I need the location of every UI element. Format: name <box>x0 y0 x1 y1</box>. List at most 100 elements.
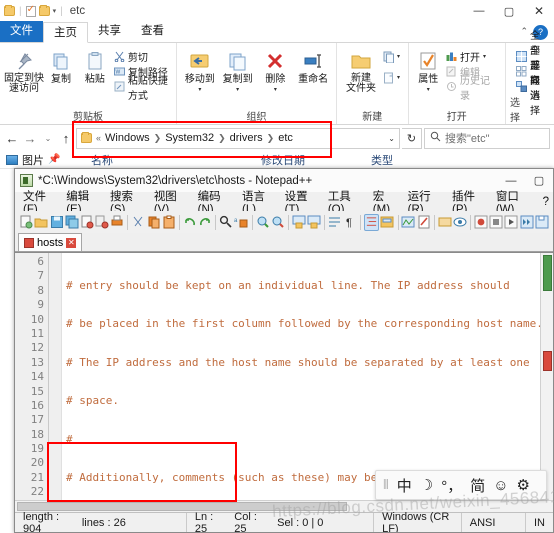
search-input[interactable]: 搜索"etc" <box>424 127 550 149</box>
new-file-icon[interactable] <box>19 214 33 231</box>
find-icon[interactable] <box>219 214 233 231</box>
breadcrumb-separator-3[interactable]: ❯ <box>267 133 275 144</box>
paste-button[interactable]: 粘贴 <box>78 46 112 85</box>
cut-button[interactable]: 剪切 <box>112 49 172 64</box>
ime-punctuation-icon[interactable]: °， <box>441 475 462 496</box>
macro-save-icon[interactable] <box>535 214 549 231</box>
breadcrumb-windows[interactable]: Windows <box>105 132 150 144</box>
nav-pane-item-pictures[interactable]: 图片 📌 <box>6 152 81 168</box>
ime-simplified-icon[interactable]: 简 <box>470 475 485 496</box>
pin-icon[interactable]: 📌 <box>48 154 60 165</box>
new-folder-button[interactable]: 新建 文件夹 <box>341 46 381 94</box>
breadcrumb-overflow[interactable]: « <box>96 133 101 143</box>
ime-moon-icon[interactable]: ☽ <box>420 476 433 494</box>
breadcrumb-etc[interactable]: etc <box>278 132 293 144</box>
zoom-out-icon[interactable] <box>271 214 285 231</box>
chevron-down-icon[interactable]: ▾ <box>53 7 57 15</box>
breadcrumb-separator-2[interactable]: ❯ <box>218 133 226 144</box>
maximize-button[interactable]: ▢ <box>494 0 524 22</box>
invert-selection-button[interactable]: 反向选择 <box>514 61 550 117</box>
properties-icon[interactable] <box>25 4 36 17</box>
close-button[interactable]: ✕ <box>524 0 554 22</box>
ime-emoji-icon[interactable]: ☺ <box>493 477 508 494</box>
breadcrumb-separator-1[interactable]: ❯ <box>154 133 162 144</box>
tab-home[interactable]: 主页 <box>43 22 88 43</box>
pin-to-quick-access-button[interactable]: 固定到快 速访问 <box>4 46 44 94</box>
open-button[interactable]: 打开 ▾ <box>444 49 501 64</box>
save-icon[interactable] <box>49 214 63 231</box>
drag-handle-icon[interactable]: ⦀ <box>383 477 389 493</box>
close-all-icon[interactable] <box>95 214 109 231</box>
folder-workspace-icon[interactable] <box>453 214 467 231</box>
move-to-button[interactable]: 移动到 ▾ <box>181 46 219 96</box>
show-all-chars-icon[interactable]: ¶ <box>343 214 357 231</box>
chevron-down-icon-3[interactable]: ▾ <box>274 85 277 96</box>
folder-icon[interactable] <box>4 5 15 16</box>
function-list-icon[interactable] <box>438 214 452 231</box>
column-header-type[interactable]: 类型 <box>371 152 393 168</box>
forward-button[interactable]: → <box>22 128 38 148</box>
replace-icon[interactable]: a <box>234 214 248 231</box>
scrollbar-thumb[interactable] <box>543 255 552 291</box>
breadcrumb-system32[interactable]: System32 <box>165 132 214 144</box>
print-icon[interactable] <box>110 214 124 231</box>
paste-icon[interactable] <box>162 214 176 231</box>
new-folder-icon[interactable] <box>38 5 50 16</box>
easy-access-button[interactable]: ▾ <box>381 70 402 85</box>
properties-button[interactable]: 属性 ▾ <box>413 46 444 96</box>
chevron-down-icon-6[interactable]: ▾ <box>427 85 430 96</box>
doc-map-icon[interactable] <box>401 214 415 231</box>
tab-view[interactable]: 查看 <box>131 21 174 42</box>
copy-icon[interactable] <box>147 214 161 231</box>
word-wrap-icon[interactable] <box>328 214 342 231</box>
close-file-icon[interactable] <box>80 214 94 231</box>
macro-stop-icon[interactable] <box>489 214 503 231</box>
up-button[interactable]: ↑ <box>58 128 74 148</box>
new-item-button[interactable]: ▾ <box>381 49 402 64</box>
column-header-date[interactable]: 修改日期 <box>261 152 371 168</box>
history-button[interactable]: 历史记录 <box>444 76 501 102</box>
sync-v-scroll-icon[interactable] <box>292 214 306 231</box>
editor-area[interactable]: 6 7 8 9 10 11 12 13 14 15 16 17 18 19 20… <box>15 252 553 500</box>
minimize-button[interactable]: — <box>464 0 494 22</box>
ime-language-bar[interactable]: ⦀ 中 ☽ °， 简 ☺ ⚙ <box>375 470 547 500</box>
rename-button[interactable]: 重命名 <box>294 46 332 85</box>
zoom-in-icon[interactable] <box>255 214 269 231</box>
chevron-down-icon-4[interactable]: ▾ <box>397 53 400 60</box>
paste-shortcut-button[interactable]: 粘贴快捷方式 <box>112 76 172 102</box>
chevron-down-icon-5[interactable]: ▾ <box>397 74 400 81</box>
cut-icon[interactable] <box>131 214 145 231</box>
horizontal-scrollbar[interactable] <box>15 500 553 512</box>
breadcrumb-drivers[interactable]: drivers <box>230 132 263 144</box>
open-file-icon[interactable] <box>34 214 48 231</box>
chevron-down-icon[interactable]: ▾ <box>198 85 201 96</box>
back-button[interactable]: ← <box>4 128 20 148</box>
collapse-ribbon-icon[interactable]: ⌃ <box>520 26 528 37</box>
sync-h-scroll-icon[interactable] <box>307 214 321 231</box>
chevron-down-icon-2[interactable]: ▾ <box>236 85 239 96</box>
macro-play-icon[interactable] <box>504 214 518 231</box>
quick-access-toolbar[interactable]: | ▾ | <box>4 4 64 17</box>
ime-chinese-mode-icon[interactable]: 中 <box>397 475 412 496</box>
user-defined-dialog-icon[interactable] <box>380 214 394 231</box>
chevron-down-icon[interactable]: ⌄ <box>388 134 395 143</box>
redo-icon[interactable] <box>198 214 212 231</box>
column-header-name[interactable]: 名称 <box>81 152 261 168</box>
tab-share[interactable]: 共享 <box>88 21 131 42</box>
copy-to-button[interactable]: 复制到 ▾ <box>219 46 257 96</box>
doc-list-icon[interactable] <box>417 214 431 231</box>
save-all-icon[interactable] <box>65 214 79 231</box>
macro-playmany-icon[interactable] <box>520 214 534 231</box>
copy-button[interactable]: 复制 <box>44 46 78 85</box>
refresh-button[interactable]: ↻ <box>402 127 422 149</box>
delete-button[interactable]: 删除 ▾ <box>256 46 294 96</box>
recent-locations-button[interactable]: ⌄ <box>40 128 56 148</box>
indent-guide-icon[interactable] <box>364 213 380 231</box>
macro-record-icon[interactable] <box>474 214 488 231</box>
menu-help[interactable]: ? <box>539 195 553 209</box>
undo-icon[interactable] <box>183 214 197 231</box>
vertical-scrollbar[interactable] <box>540 253 553 500</box>
close-icon[interactable]: ✕ <box>66 237 77 248</box>
chevron-down-icon-7[interactable]: ▾ <box>483 53 486 60</box>
code-folding-margin[interactable] <box>49 253 62 500</box>
